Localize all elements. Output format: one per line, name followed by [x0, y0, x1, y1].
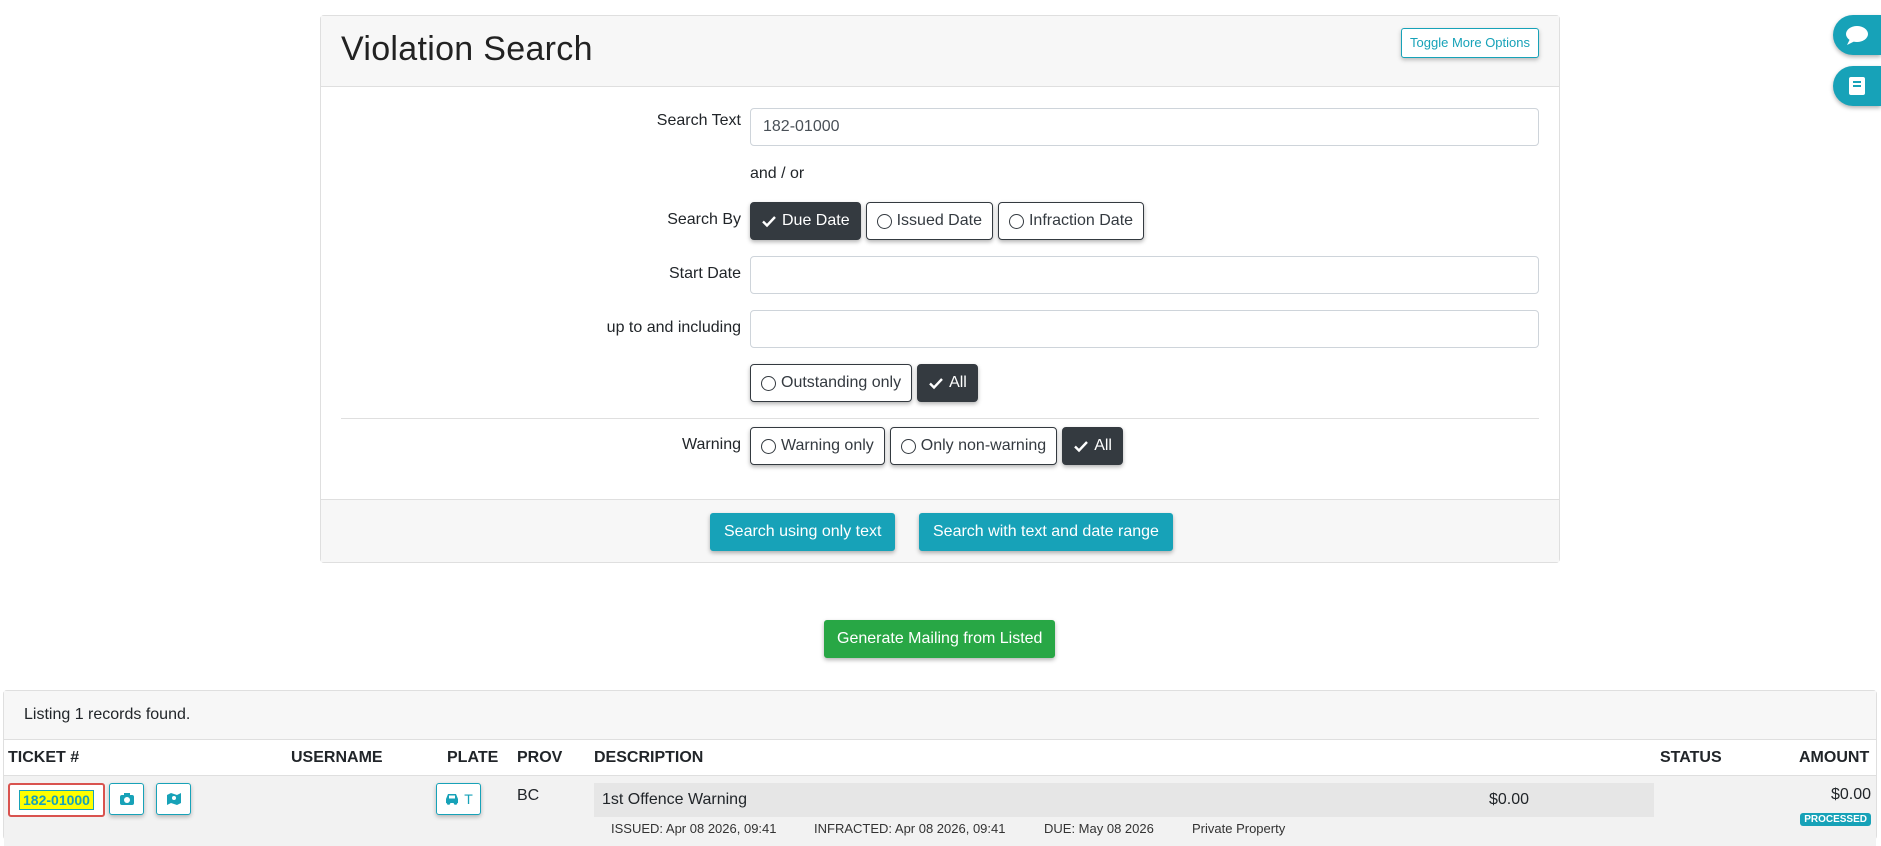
column-ticket: TICKET #	[8, 749, 80, 766]
ticket-highlight-box: 182-01000	[8, 783, 105, 817]
option-label: All	[949, 374, 967, 391]
amount-value: $0.00	[1830, 786, 1871, 803]
start-date-input[interactable]	[750, 256, 1539, 294]
and-or-text: and / or	[750, 165, 805, 182]
property-type: Private Property	[1192, 821, 1286, 836]
outstanding-all-option[interactable]: All	[917, 364, 978, 402]
infraction-date-option[interactable]: Infraction Date	[997, 202, 1145, 240]
option-label: Warning only	[781, 437, 874, 454]
prov-value: BC	[517, 787, 540, 804]
warning-all-option[interactable]: All	[1062, 427, 1123, 465]
end-date-label: up to and including	[606, 319, 741, 336]
results-summary: Listing 1 records found.	[4, 691, 1876, 740]
radio-icon	[900, 438, 916, 454]
description-cell: 1st Offence Warning $0.00	[594, 783, 1654, 817]
plate-value: T	[464, 791, 473, 807]
option-label: Only non-warning	[920, 437, 1047, 454]
option-label: Due Date	[782, 212, 850, 229]
option-label: Issued Date	[896, 212, 982, 229]
search-text-only-button[interactable]: Search using only text	[710, 513, 896, 551]
due-date-option[interactable]: Due Date	[750, 202, 861, 240]
warning-label: Warning	[682, 436, 741, 453]
search-text-label: Search Text	[656, 112, 741, 129]
results-panel: Listing 1 records found. TICKET # USERNA…	[3, 690, 1877, 846]
check-icon	[929, 378, 943, 390]
column-amount: AMOUNT	[1799, 749, 1870, 766]
warning-group: Warning only Only non-warning All	[750, 427, 1123, 465]
end-date-input[interactable]	[750, 310, 1539, 348]
description-amount: $0.00	[1489, 791, 1530, 808]
outstanding-group: Outstanding only All	[750, 364, 978, 402]
radio-icon	[876, 213, 892, 229]
divider	[341, 418, 1539, 419]
option-label: All	[1094, 437, 1112, 454]
photo-button[interactable]	[109, 783, 144, 815]
outstanding-only-option[interactable]: Outstanding only	[750, 364, 913, 402]
radio-icon	[761, 375, 776, 391]
page-title: Violation Search	[341, 30, 593, 68]
radio-icon	[761, 438, 776, 454]
start-date-label: Start Date	[668, 265, 741, 282]
card-header: Violation Search Toggle More Options	[321, 16, 1559, 87]
column-status: STATUS	[1660, 749, 1722, 766]
chat-button[interactable]	[1833, 15, 1881, 55]
option-label: Outstanding only	[781, 374, 902, 391]
search-by-label: Search By	[667, 211, 741, 228]
column-prov: PROV	[517, 749, 563, 766]
map-button[interactable]	[156, 783, 191, 815]
search-by-group: Due Date Issued Date Infraction Date	[750, 202, 1145, 240]
radio-icon	[1008, 213, 1024, 229]
camera-icon	[119, 793, 134, 805]
violation-search-card: Violation Search Toggle More Options Sea…	[320, 15, 1560, 563]
infracted-date: INFRACTED: Apr 08 2026, 09:41	[814, 821, 1006, 836]
map-icon	[166, 793, 181, 805]
column-description: DESCRIPTION	[594, 749, 704, 766]
car-icon	[446, 794, 459, 805]
issued-date-option[interactable]: Issued Date	[865, 202, 993, 240]
non-warning-option[interactable]: Only non-warning	[889, 427, 1058, 465]
column-username: USERNAME	[291, 749, 383, 766]
chat-bubble-icon	[1846, 26, 1868, 45]
docs-button[interactable]	[1833, 66, 1881, 106]
check-icon	[762, 216, 776, 228]
option-label: Infraction Date	[1028, 212, 1134, 229]
due-date: DUE: May 08 2026	[1044, 821, 1154, 836]
search-text-input[interactable]: 182-01000	[750, 108, 1539, 146]
ticket-number-link[interactable]: 182-01000	[19, 790, 94, 810]
warning-only-option[interactable]: Warning only	[750, 427, 885, 465]
generate-mailing-button[interactable]: Generate Mailing from Listed	[824, 620, 1056, 658]
toggle-more-options-button[interactable]: Toggle More Options	[1401, 28, 1539, 58]
column-plate: PLATE	[447, 749, 499, 766]
description-text: 1st Offence Warning	[602, 791, 747, 808]
status-badge: PROCESSED	[1800, 813, 1871, 826]
check-icon	[1074, 441, 1089, 453]
search-date-range-button[interactable]: Search with text and date range	[919, 513, 1173, 551]
card-footer: Search using only text Search with text …	[321, 499, 1559, 562]
book-icon	[1849, 77, 1865, 95]
issued-date: ISSUED: Apr 08 2026, 09:41	[611, 821, 777, 836]
plate-button[interactable]: T	[436, 783, 481, 815]
